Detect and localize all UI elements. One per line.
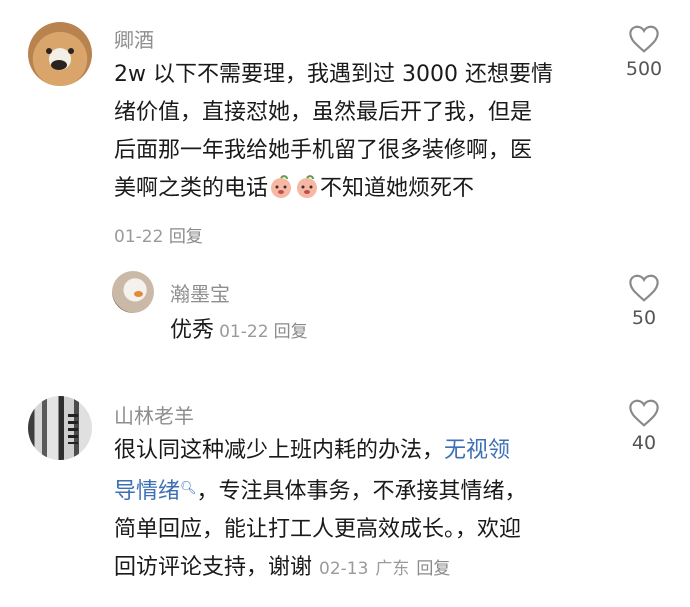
- like-count: 500: [625, 58, 663, 80]
- comment-text-segment: 美啊之类的电话: [114, 176, 269, 201]
- comment-text: 很认同这种减少上班内耗的办法，无视领 导情绪🔍︎，专注具体事务，不承接其情绪， …: [114, 432, 527, 588]
- heart-icon: [629, 274, 659, 302]
- comment-author[interactable]: 山林老羊: [114, 400, 194, 429]
- avatar-pattern: [68, 414, 78, 444]
- avatar-nose: [51, 60, 67, 70]
- comment-author[interactable]: 卿酒: [114, 24, 154, 53]
- comment-text-segment: 很认同这种减少上班内耗的办法，: [114, 438, 445, 463]
- comment-text-line: 美啊之类的电话 不知道她烦死不: [114, 170, 553, 208]
- avatar[interactable]: [28, 396, 92, 460]
- comment-date: 02-13: [319, 559, 369, 579]
- reply-button[interactable]: 回复: [274, 322, 308, 342]
- comment-text: 2w 以下不需要理，我遇到过 3000 还想要情 绪价值，直接怼她，虽然最后开了…: [114, 56, 553, 208]
- comment-text: 优秀: [170, 318, 215, 343]
- comment-meta: 01-22 回复: [114, 222, 203, 247]
- like-button[interactable]: 50: [614, 273, 674, 329]
- reply-button[interactable]: 回复: [169, 227, 203, 247]
- comment-text-line: 很认同这种减少上班内耗的办法，无视领: [114, 432, 527, 470]
- comment-text-line: 绪价值，直接怼她，虽然最后开了我，但是: [114, 100, 533, 125]
- avatar-beak: [134, 291, 143, 297]
- comment-date: 01-22: [114, 227, 164, 247]
- avatar-eye: [46, 48, 52, 54]
- comment-text-segment: 回访评论支持，谢谢: [114, 555, 313, 580]
- comment-text-line: 后面那一年我给她手机留了很多装修啊，医: [114, 138, 533, 163]
- peach-face-emoji-icon: [297, 175, 318, 198]
- avatar[interactable]: [112, 271, 154, 313]
- comment-text-line: 导情绪🔍︎，专注具体事务，不承接其情绪，: [114, 470, 527, 511]
- comment-location: 广东: [375, 559, 410, 579]
- avatar-eye: [68, 48, 74, 54]
- comment-text-segment: 不知道她烦死不: [320, 176, 475, 201]
- comment-text-segment: ，专注具体事务，不承接其情绪，: [196, 479, 527, 504]
- comment-text-line: 2w 以下不需要理，我遇到过 3000 还想要情: [114, 62, 553, 87]
- peach-face-emoji-icon: [271, 175, 292, 198]
- comment-date: 01-22: [219, 322, 269, 342]
- topic-link[interactable]: 无视领: [444, 438, 510, 463]
- comment-text-row: 优秀 01-22 回复: [170, 312, 308, 344]
- like-button[interactable]: 500: [614, 24, 674, 80]
- like-count: 50: [631, 307, 657, 329]
- search-icon[interactable]: 🔍︎: [180, 481, 197, 496]
- like-button[interactable]: 40: [614, 398, 674, 454]
- heart-icon: [629, 399, 659, 427]
- avatar[interactable]: [28, 22, 92, 86]
- like-count: 40: [631, 432, 657, 454]
- comment-author[interactable]: 瀚墨宝: [170, 278, 230, 307]
- comment-text-line: 简单回应，能让打工人更高效成长。，欢迎: [114, 517, 522, 542]
- topic-link[interactable]: 导情绪: [114, 479, 180, 504]
- reply-button[interactable]: 回复: [416, 559, 450, 579]
- heart-icon: [629, 25, 659, 53]
- comment-text-line: 回访评论支持，谢谢 02-13 广东 回复: [114, 549, 527, 588]
